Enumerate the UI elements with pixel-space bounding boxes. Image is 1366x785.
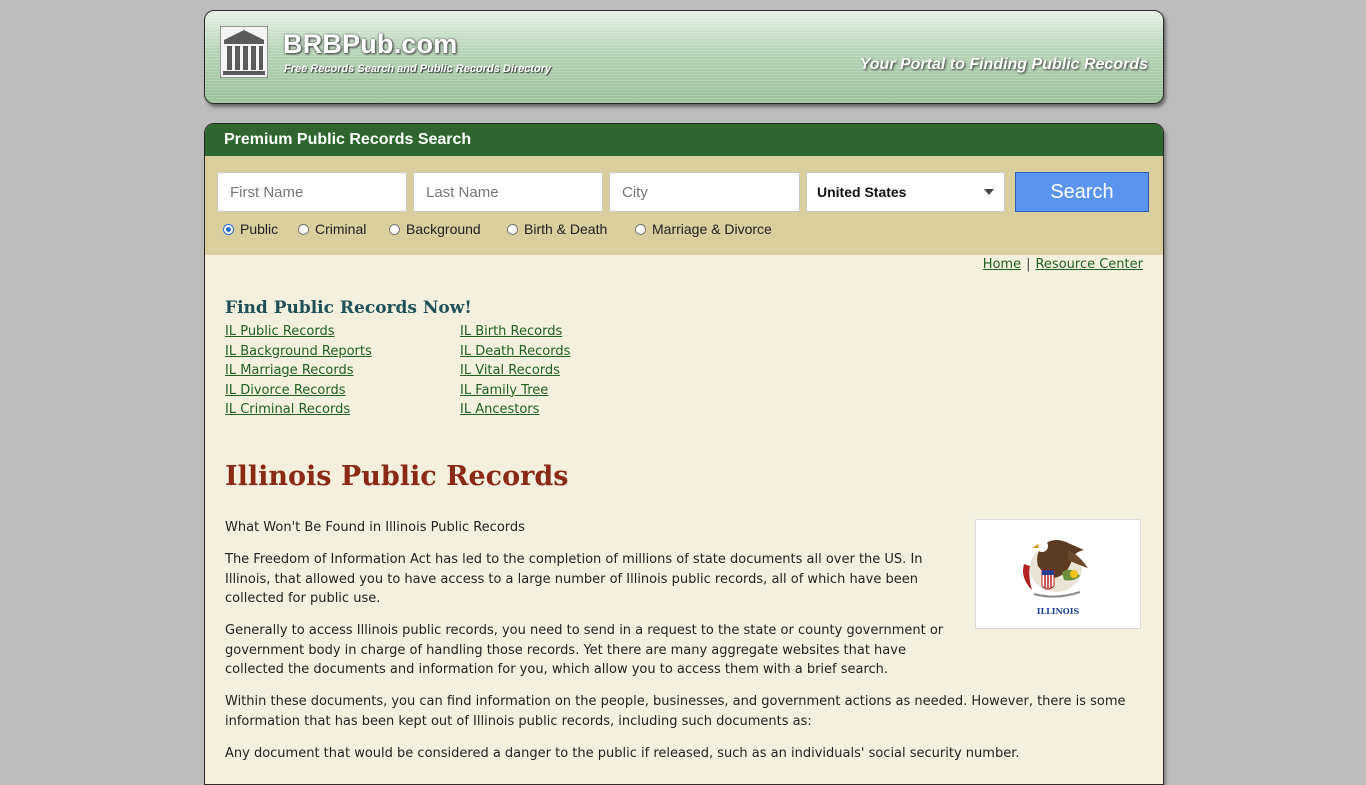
link-il-birth-records[interactable]: IL Birth Records	[460, 322, 570, 342]
article-body: What Won't Be Found in Illinois Public R…	[225, 518, 1145, 776]
last-name-input[interactable]	[413, 172, 603, 212]
main-panel: Premium Public Records Search United Sta…	[204, 123, 1164, 785]
site-name-logo[interactable]: BRBPub.com	[283, 29, 458, 60]
link-il-background-reports[interactable]: IL Background Reports	[225, 342, 372, 362]
top-nav-links: Home | Resource Center	[983, 257, 1143, 272]
site-header: BRBPub.com Free Records Search and Publi…	[204, 10, 1164, 104]
radio-birth-death[interactable]: Birth & Death	[507, 221, 607, 237]
search-form: United States Search Public Criminal Bac…	[205, 156, 1163, 255]
radio-marriage-divorce-label: Marriage & Divorce	[652, 221, 772, 237]
records-links-col2: IL Birth Records IL Death Records IL Vit…	[460, 322, 570, 420]
link-il-marriage-records[interactable]: IL Marriage Records	[225, 361, 372, 381]
city-input[interactable]	[609, 172, 800, 212]
radio-criminal-circle[interactable]	[298, 223, 309, 235]
site-subtitle: Free Records Search and Public Records D…	[284, 63, 552, 75]
search-button[interactable]: Search	[1015, 172, 1149, 212]
link-il-public-records[interactable]: IL Public Records	[225, 322, 372, 342]
article-paragraph: Any document that would be considered a …	[225, 745, 1020, 761]
radio-public-label: Public	[240, 221, 279, 237]
link-il-family-tree[interactable]: IL Family Tree	[460, 381, 570, 401]
link-il-criminal-records[interactable]: IL Criminal Records	[225, 400, 372, 420]
radio-public-circle[interactable]	[223, 223, 234, 235]
find-records-heading: Find Public Records Now!	[225, 298, 472, 318]
country-select[interactable]: United States	[806, 172, 1005, 212]
country-select-value: United States	[817, 184, 907, 200]
article-paragraph: The Freedom of Information Act has led t…	[225, 552, 923, 606]
link-il-death-records[interactable]: IL Death Records	[460, 342, 570, 362]
radio-marriage-divorce-circle[interactable]	[635, 223, 646, 235]
home-link[interactable]: Home	[983, 257, 1021, 272]
link-il-divorce-records[interactable]: IL Divorce Records	[225, 381, 372, 401]
resource-center-link[interactable]: Resource Center	[1035, 257, 1143, 272]
search-panel-title: Premium Public Records Search	[205, 124, 1163, 156]
page-title: Illinois Public Records	[225, 461, 569, 492]
link-il-vital-records[interactable]: IL Vital Records	[460, 361, 570, 381]
article-paragraph: What Won't Be Found in Illinois Public R…	[225, 520, 525, 535]
link-il-ancestors[interactable]: IL Ancestors	[460, 400, 570, 420]
records-links-col1: IL Public Records IL Background Reports …	[225, 322, 372, 420]
radio-background[interactable]: Background	[389, 221, 481, 237]
radio-background-circle[interactable]	[389, 223, 400, 235]
radio-criminal[interactable]: Criminal	[298, 221, 366, 237]
nav-separator: |	[1026, 257, 1031, 272]
site-tagline: Your Portal to Finding Public Records	[859, 56, 1148, 73]
radio-criminal-label: Criminal	[315, 221, 367, 237]
radio-background-label: Background	[406, 221, 481, 237]
article-paragraph: Generally to access Illinois public reco…	[225, 623, 944, 677]
radio-public[interactable]: Public	[223, 221, 278, 237]
radio-birth-death-circle[interactable]	[507, 223, 518, 235]
article-paragraph: Within these documents, you can find inf…	[225, 694, 1126, 729]
courthouse-logo-icon[interactable]	[220, 26, 268, 78]
chevron-down-icon	[984, 189, 994, 195]
radio-marriage-divorce[interactable]: Marriage & Divorce	[635, 221, 772, 237]
radio-birth-death-label: Birth & Death	[524, 221, 608, 237]
record-type-radios: Public Criminal Background Birth & Death…	[205, 221, 1163, 241]
first-name-input[interactable]	[217, 172, 407, 212]
